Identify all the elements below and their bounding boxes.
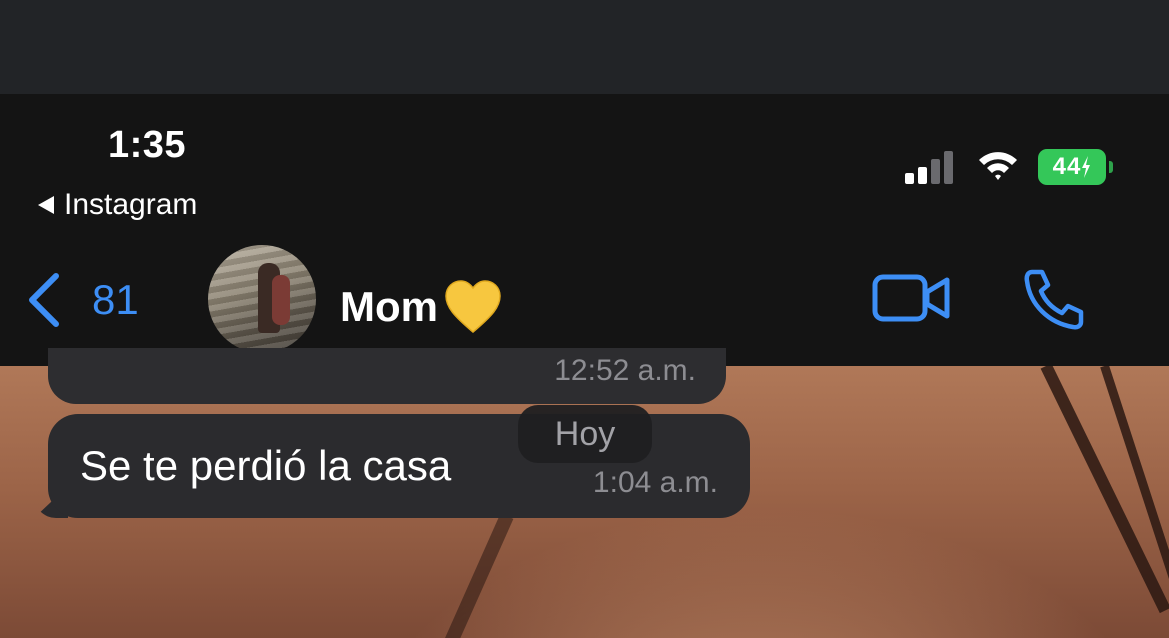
unread-count: 81	[92, 276, 139, 323]
back-button[interactable]: 81	[26, 272, 139, 328]
cellular-signal-icon	[905, 150, 957, 184]
contact-name: Mom	[340, 283, 438, 330]
avatar-figure	[272, 275, 290, 325]
back-app-label: Instagram	[64, 188, 198, 221]
back-triangle-icon	[38, 196, 54, 214]
phone-call-icon[interactable]	[1022, 268, 1088, 330]
contact-name-link[interactable]: Mom	[340, 280, 502, 334]
top-band	[0, 0, 1169, 94]
battery-tip	[1109, 161, 1113, 173]
message-timestamp: 1:04 a.m.	[592, 466, 718, 499]
back-to-app-link[interactable]: Instagram	[38, 188, 197, 222]
status-time: 1:35	[108, 124, 187, 166]
message-timestamp: 12:52 a.m.	[554, 354, 696, 387]
wallpaper-strap	[443, 513, 514, 638]
previous-message-bubble: 12:52 a.m.	[48, 348, 726, 404]
chevron-left-icon	[29, 273, 59, 327]
wallpaper-strap	[1040, 366, 1169, 614]
yellow-heart-icon	[445, 280, 501, 333]
video-call-icon[interactable]	[872, 272, 952, 326]
battery-level: 44	[1052, 153, 1082, 180]
battery-indicator: 44	[1038, 149, 1113, 185]
contact-avatar[interactable]	[208, 245, 316, 353]
day-separator-label: Hoy	[554, 415, 616, 453]
wifi-icon	[979, 152, 1017, 180]
charging-bolt-icon	[1082, 156, 1091, 178]
day-separator: Hoy	[518, 405, 652, 463]
message-text: Se te perdió la casa	[80, 442, 452, 489]
